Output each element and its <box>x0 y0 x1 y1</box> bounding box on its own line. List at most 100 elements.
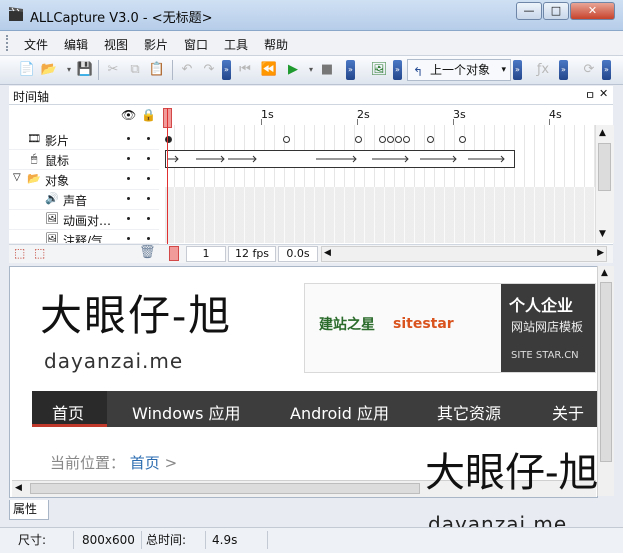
scroll-thumb[interactable] <box>598 143 611 191</box>
scroll-left-icon[interactable]: ◀ <box>15 483 22 493</box>
properties-tab[interactable]: 属性 <box>9 500 49 520</box>
copy-icon[interactable]: ⧉ <box>126 61 144 79</box>
scroll-left-icon[interactable]: ◀ <box>324 248 331 258</box>
minimize-button[interactable]: — <box>516 2 542 20</box>
toolbar-overflow-button[interactable]: » <box>393 60 402 80</box>
keyframe-marker[interactable] <box>395 136 402 143</box>
scroll-thumb[interactable] <box>600 282 612 462</box>
menu-grip[interactable] <box>6 35 11 51</box>
scroll-down-icon[interactable]: ▼ <box>599 229 606 239</box>
close-icon[interactable]: ✕ <box>599 87 608 100</box>
keyframe-marker[interactable] <box>459 136 466 143</box>
timeline-row-objects[interactable]: ▽ 📂 对象 <box>9 169 159 190</box>
toolbar-overflow-button[interactable]: » <box>346 60 355 80</box>
row-label: 影片 <box>45 134 70 148</box>
menu-view[interactable]: 视图 <box>104 36 128 53</box>
prev-object-button[interactable]: ↰ 上一个对象 ▾ <box>407 59 511 81</box>
add-folder-icon[interactable]: ⬚ <box>34 246 45 260</box>
keyframe-marker[interactable] <box>355 136 362 143</box>
lock-dot[interactable] <box>147 177 150 180</box>
chevron-down-icon[interactable]: ▽ <box>13 172 21 183</box>
pin-icon[interactable]: ㅁ <box>585 87 595 103</box>
timeline-vertical-scrollbar[interactable]: ▲ ▼ <box>595 125 614 243</box>
toolbar-overflow-button[interactable]: » <box>559 60 568 80</box>
visibility-dot[interactable] <box>127 197 130 200</box>
undo-icon[interactable]: ↶ <box>178 61 196 79</box>
row-label: 注释/气… <box>63 234 116 244</box>
paste-icon[interactable]: 📋 <box>148 61 166 79</box>
mouse-track-bar[interactable] <box>165 150 515 168</box>
menu-tools[interactable]: 工具 <box>224 36 248 53</box>
nav-other[interactable]: 其它资源 <box>437 400 501 424</box>
breadcrumb-home-link[interactable]: 首页 <box>130 454 160 472</box>
redo-icon[interactable]: ↷ <box>200 61 218 79</box>
prev-frame-icon[interactable]: ⏪ <box>260 61 278 79</box>
toolbar-overflow-button[interactable]: » <box>222 60 231 80</box>
timeline-row-annotation[interactable]: 🖼 注释/气… <box>9 229 159 244</box>
play-icon[interactable]: ▶ <box>284 61 302 79</box>
keyframe-marker[interactable] <box>403 136 410 143</box>
scroll-up-icon[interactable]: ▲ <box>601 268 608 278</box>
nav-about[interactable]: 关于 <box>552 400 584 424</box>
open-folder-icon[interactable]: 📂 <box>40 61 58 79</box>
toolbar-overflow-button[interactable]: » <box>602 60 611 80</box>
ad-banner[interactable]: 建站之星 sitestar 个人企业 网站网店模板 SITE STAR.CN <box>304 283 596 373</box>
trash-icon[interactable]: 🗑 <box>139 245 156 260</box>
lock-icon[interactable]: 🔒 <box>141 108 156 122</box>
timeline-row-movie[interactable]: 🎞 影片 <box>9 129 159 150</box>
lock-dot[interactable] <box>147 217 150 220</box>
lock-dot[interactable] <box>147 157 150 160</box>
lock-dot[interactable] <box>147 237 150 240</box>
keyframe-marker[interactable] <box>427 136 434 143</box>
visibility-dot[interactable] <box>127 137 130 140</box>
timeline-row-animated-object[interactable]: 🖼 动画对… <box>9 209 159 230</box>
lock-dot[interactable] <box>147 137 150 140</box>
title-bar[interactable]: ALLCapture V3.0 - <无标题> — □ ✕ <box>0 0 623 31</box>
visibility-dot[interactable] <box>127 217 130 220</box>
keyframe-marker[interactable] <box>379 136 386 143</box>
menu-movie[interactable]: 影片 <box>144 36 168 53</box>
cut-icon[interactable]: ✂ <box>104 61 122 79</box>
eye-icon[interactable]: 👁 <box>121 108 136 122</box>
nav-android[interactable]: Android 应用 <box>290 400 389 424</box>
close-button[interactable]: ✕ <box>570 2 615 20</box>
breadcrumb-label: 当前位置： <box>50 454 126 472</box>
clapperboard-icon <box>8 6 24 22</box>
menu-file[interactable]: 文件 <box>24 36 48 53</box>
timeline-horizontal-scrollbar[interactable]: ◀ ▶ <box>321 246 607 262</box>
refresh-icon[interactable]: ⟳ <box>580 61 598 79</box>
nav-home[interactable]: 首页 <box>52 400 84 424</box>
menu-edit[interactable]: 编辑 <box>64 36 88 53</box>
timeline-panel: 👁 🔒 🎞 影片 🖱 鼠标 ▽ 📂 对象 🔊 声音 🖼 动画对… 🖼 注释/气… <box>9 105 614 260</box>
visibility-dot[interactable] <box>127 177 130 180</box>
chevron-down-icon: ▾ <box>501 65 506 75</box>
timeline-row-mouse[interactable]: 🖱 鼠标 <box>9 149 159 170</box>
visibility-dot[interactable] <box>127 237 130 240</box>
effects-icon[interactable]: ƒx <box>534 61 552 79</box>
first-frame-icon[interactable]: ⏮ <box>236 61 254 79</box>
menu-help[interactable]: 帮助 <box>264 36 288 53</box>
timeline-ruler[interactable]: 1s 2s 3s 4s <box>165 105 595 126</box>
stop-icon[interactable]: ■ <box>318 61 336 79</box>
keyframe-marker[interactable] <box>283 136 290 143</box>
object-track-cells[interactable] <box>165 187 595 243</box>
scroll-right-icon[interactable]: ▶ <box>597 248 604 258</box>
toolbar-overflow-button[interactable]: » <box>513 60 522 80</box>
menu-window[interactable]: 窗口 <box>184 36 208 53</box>
timeline-row-sound[interactable]: 🔊 声音 <box>9 189 159 210</box>
new-file-icon[interactable]: 📄 <box>18 61 36 79</box>
keyframe-marker[interactable] <box>387 136 394 143</box>
lock-dot[interactable] <box>147 197 150 200</box>
maximize-button[interactable]: □ <box>543 2 569 20</box>
visibility-dot[interactable] <box>127 157 130 160</box>
preview-vertical-scrollbar[interactable]: ▲ <box>597 266 614 496</box>
image-icon[interactable]: 🖼 <box>370 61 388 79</box>
mouse-track-arrows <box>168 155 505 163</box>
mouse-icon: 🖱 <box>30 152 38 165</box>
scroll-up-icon[interactable]: ▲ <box>599 128 606 138</box>
save-icon[interactable]: 💾 <box>76 61 94 79</box>
timeline-track-area[interactable] <box>165 125 595 243</box>
nav-windows[interactable]: Windows 应用 <box>132 400 241 424</box>
scroll-thumb[interactable] <box>30 483 420 494</box>
add-object-icon[interactable]: ⬚ <box>14 246 25 260</box>
